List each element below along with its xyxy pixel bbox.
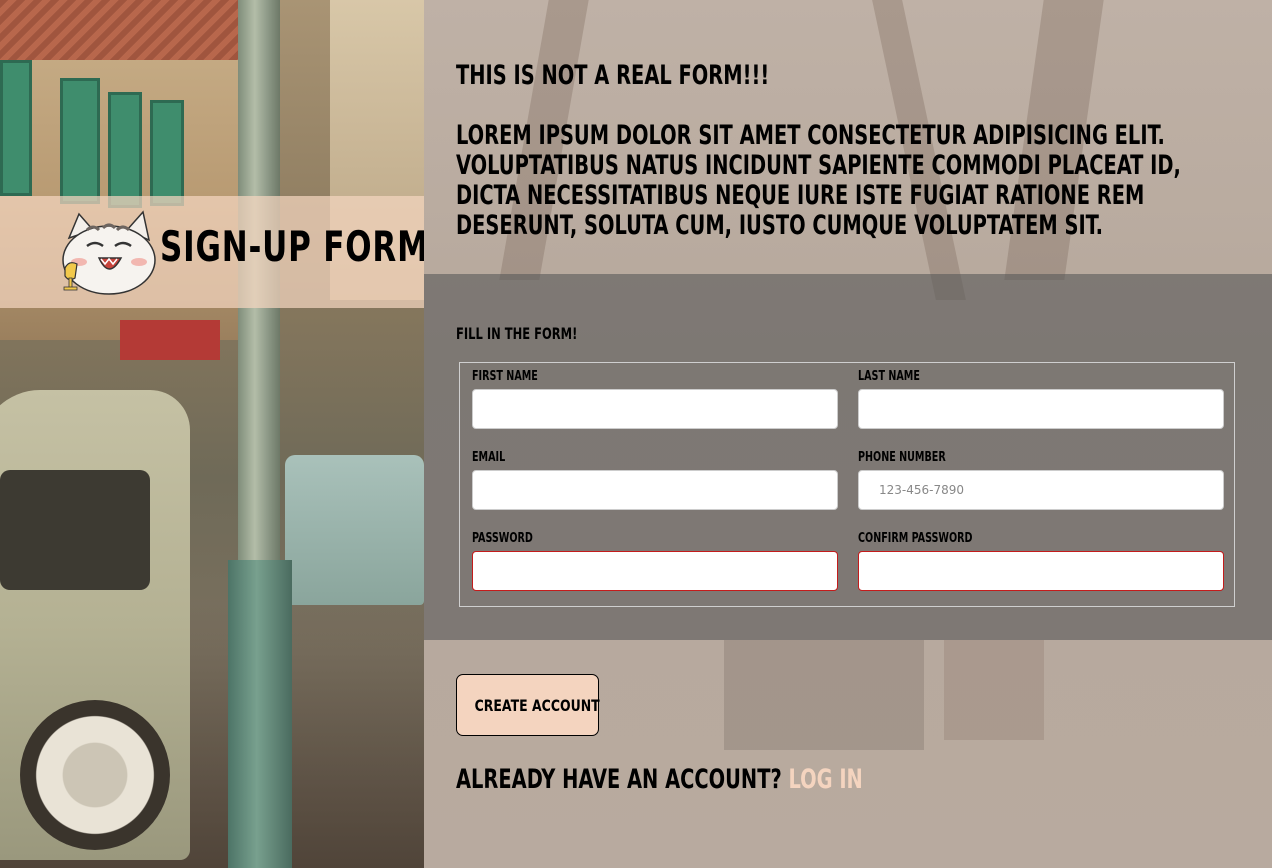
- create-account-label: Create account: [474, 695, 600, 715]
- confirm-password-input[interactable]: [858, 551, 1224, 591]
- email-input[interactable]: [472, 470, 838, 510]
- email-label: Email: [472, 450, 506, 465]
- photo-window: [60, 78, 100, 204]
- main-panel: This is not a real form!!! Lorem ipsum d…: [424, 0, 1272, 868]
- email-group: Email: [472, 450, 838, 510]
- login-link[interactable]: Log in: [789, 764, 863, 795]
- last-name-input[interactable]: [858, 389, 1224, 429]
- phone-input[interactable]: [858, 470, 1224, 510]
- cat-logo-icon: [62, 210, 156, 295]
- form-title: Fill in the form!: [456, 324, 578, 343]
- intro-section: This is not a real form!!! Lorem ipsum d…: [456, 60, 1246, 241]
- last-name-label: Last name: [858, 369, 920, 384]
- photo-bicycle: [724, 640, 924, 750]
- brand-title: Sign-up Form: [160, 222, 429, 271]
- form-section: Fill in the form! First name Last name E…: [424, 274, 1272, 640]
- intro-heading: This is not a real form!!!: [456, 60, 770, 91]
- last-name-group: Last name: [858, 369, 1224, 429]
- confirm-password-group: Confirm password: [858, 531, 1224, 591]
- first-name-input[interactable]: [472, 389, 838, 429]
- login-prompt: Already have an account?: [456, 764, 782, 795]
- background-photo: [0, 0, 424, 868]
- form-fieldset: First name Last name Email Phone number …: [459, 362, 1235, 607]
- phone-group: Phone number: [858, 450, 1224, 510]
- photo-window: [0, 60, 32, 196]
- password-group: Password: [472, 531, 838, 591]
- first-name-group: First name: [472, 369, 838, 429]
- confirm-password-label: Confirm password: [858, 531, 973, 546]
- photo-roof: [0, 0, 260, 60]
- password-input[interactable]: [472, 551, 838, 591]
- phone-label: Phone number: [858, 450, 946, 465]
- photo-van-window: [0, 470, 150, 590]
- photo-window: [108, 92, 142, 208]
- password-label: Password: [472, 531, 533, 546]
- intro-text: Lorem ipsum dolor sit amet consectetur a…: [456, 120, 1181, 241]
- create-account-button[interactable]: Create account: [456, 674, 600, 736]
- photo-van-wheel: [20, 700, 170, 850]
- photo-jeep: [285, 455, 424, 605]
- photo-shop-sign: [120, 320, 220, 360]
- first-name-label: First name: [472, 369, 538, 384]
- photo-stall: [944, 640, 1044, 740]
- photo-pole-base: [228, 560, 292, 868]
- photo-window: [150, 100, 184, 206]
- login-prompt-line: Already have an account? Log in: [456, 764, 863, 795]
